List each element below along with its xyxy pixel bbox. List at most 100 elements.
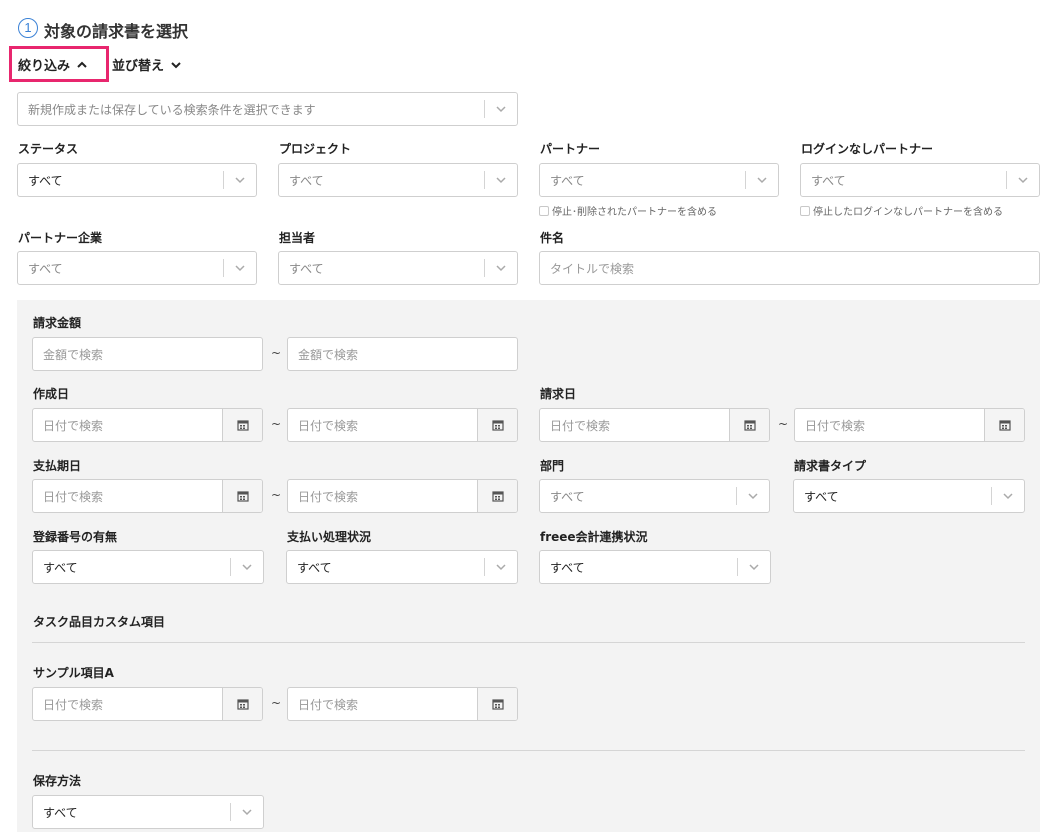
registration-value: すべて xyxy=(43,560,78,575)
storage-select[interactable]: すべて xyxy=(32,795,264,829)
due-date-to[interactable]: 日付で検索 xyxy=(287,479,518,513)
range-tilde: ~ xyxy=(271,696,282,710)
sample-a-from-placeholder: 日付で検索 xyxy=(43,697,104,712)
chevron-up-icon xyxy=(77,61,87,68)
chevron-down-icon xyxy=(242,564,252,571)
created-date-label: 作成日 xyxy=(33,387,70,401)
registration-label: 登録番号の有無 xyxy=(33,530,118,544)
chevron-down-icon xyxy=(235,177,245,184)
due-date-from[interactable]: 日付で検索 xyxy=(32,479,263,513)
range-tilde: ~ xyxy=(271,346,282,360)
status-label: ステータス xyxy=(18,142,79,156)
sample-a-to[interactable]: 日付で検索 xyxy=(287,687,518,721)
include-stopped-nologin-checkbox[interactable]: 停止したログインなしパートナーを含める xyxy=(800,203,1003,218)
calendar-icon[interactable] xyxy=(477,688,517,720)
partner-company-label: パートナー企業 xyxy=(18,231,103,245)
created-date-to-placeholder: 日付で検索 xyxy=(298,418,359,433)
chevron-down-icon xyxy=(242,809,252,816)
partner-company-value: すべて xyxy=(28,261,63,276)
calendar-icon[interactable] xyxy=(477,409,517,441)
include-stopped-nologin-label: 停止したログインなしパートナーを含める xyxy=(813,207,1003,218)
step-number-badge: 1 xyxy=(18,18,38,38)
calendar-icon[interactable] xyxy=(222,688,262,720)
range-tilde: ~ xyxy=(271,488,282,502)
payment-status-value: すべて xyxy=(297,560,332,575)
range-tilde: ~ xyxy=(778,417,789,431)
sample-a-to-placeholder: 日付で検索 xyxy=(298,697,359,712)
saved-search-select[interactable]: 新規作成または保存している検索条件を選択できます xyxy=(17,92,518,126)
filter-toggle[interactable]: 絞り込み xyxy=(18,55,88,74)
custom-section-title: タスク品目カスタム項目 xyxy=(33,615,166,629)
assignee-value: すべて xyxy=(289,261,324,276)
chevron-down-icon xyxy=(496,265,506,272)
due-date-label: 支払期日 xyxy=(33,459,82,473)
payment-status-label: 支払い処理状況 xyxy=(287,530,372,544)
nologin-partner-select[interactable]: すべて xyxy=(800,163,1040,197)
invoice-date-label: 請求日 xyxy=(540,387,577,401)
invoice-date-to[interactable]: 日付で検索 xyxy=(794,408,1025,442)
saved-search-placeholder: 新規作成または保存している検索条件を選択できます xyxy=(28,102,316,117)
sort-toggle[interactable]: 並び替え xyxy=(112,55,182,74)
sort-toggle-label: 並び替え xyxy=(112,59,165,74)
freee-status-value: すべて xyxy=(550,560,585,575)
sample-a-from[interactable]: 日付で検索 xyxy=(32,687,263,721)
invoice-type-select[interactable]: すべて xyxy=(793,479,1025,513)
chevron-down-icon xyxy=(171,61,181,68)
invoice-date-from[interactable]: 日付で検索 xyxy=(539,408,770,442)
filter-toggle-label: 絞り込み xyxy=(18,59,71,74)
partner-select[interactable]: すべて xyxy=(539,163,779,197)
chevron-down-icon xyxy=(235,265,245,272)
section-divider xyxy=(32,642,1025,643)
section-divider xyxy=(32,750,1025,751)
nologin-partner-label: ログインなしパートナー xyxy=(801,142,934,156)
chevron-down-icon xyxy=(749,564,759,571)
created-date-from[interactable]: 日付で検索 xyxy=(32,408,263,442)
invoice-type-label: 請求書タイプ xyxy=(794,459,867,473)
partner-label: パートナー xyxy=(540,142,601,156)
calendar-icon[interactable] xyxy=(222,409,262,441)
status-value: すべて xyxy=(28,173,63,188)
invoice-type-value: すべて xyxy=(804,489,839,504)
freee-status-label: freee会計連携状況 xyxy=(540,530,648,544)
chevron-down-icon xyxy=(1003,493,1013,500)
calendar-icon[interactable] xyxy=(477,480,517,512)
partner-value: すべて xyxy=(550,173,585,188)
project-select[interactable]: すべて xyxy=(278,163,518,197)
include-stopped-partner-checkbox[interactable]: 停止･削除されたパートナーを含める xyxy=(539,203,717,218)
department-select[interactable]: すべて xyxy=(539,479,770,513)
due-date-from-placeholder: 日付で検索 xyxy=(43,489,104,504)
include-stopped-partner-label: 停止･削除されたパートナーを含める xyxy=(552,207,717,218)
project-label: プロジェクト xyxy=(279,142,352,156)
chevron-down-icon xyxy=(757,177,767,184)
partner-company-select[interactable]: すべて xyxy=(17,251,257,285)
invoice-date-to-placeholder: 日付で検索 xyxy=(805,418,866,433)
assignee-select[interactable]: すべて xyxy=(278,251,518,285)
department-value: すべて xyxy=(550,489,585,504)
department-label: 部門 xyxy=(540,459,565,473)
created-date-from-placeholder: 日付で検索 xyxy=(43,418,104,433)
chevron-down-icon xyxy=(748,493,758,500)
chevron-down-icon xyxy=(496,177,506,184)
calendar-icon[interactable] xyxy=(222,480,262,512)
assignee-label: 担当者 xyxy=(279,231,316,245)
calendar-icon[interactable] xyxy=(729,409,769,441)
due-date-to-placeholder: 日付で検索 xyxy=(298,489,359,504)
amount-label: 請求金額 xyxy=(33,316,82,330)
freee-status-select[interactable]: すべて xyxy=(539,550,771,584)
storage-label: 保存方法 xyxy=(33,774,82,788)
status-select[interactable]: すべて xyxy=(17,163,257,197)
payment-status-select[interactable]: すべて xyxy=(286,550,518,584)
registration-select[interactable]: すべて xyxy=(32,550,264,584)
project-value: すべて xyxy=(289,173,324,188)
sample-a-label: サンプル項目A xyxy=(33,666,114,680)
chevron-down-icon xyxy=(496,564,506,571)
nologin-partner-value: すべて xyxy=(811,173,846,188)
amount-min-input[interactable]: 金額で検索 xyxy=(32,337,263,371)
calendar-icon[interactable] xyxy=(984,409,1024,441)
amount-max-input[interactable]: 金額で検索 xyxy=(287,337,518,371)
subject-input[interactable]: タイトルで検索 xyxy=(539,251,1040,285)
page-title: 対象の請求書を選択 xyxy=(44,22,189,41)
created-date-to[interactable]: 日付で検索 xyxy=(287,408,518,442)
chevron-down-icon xyxy=(1018,177,1028,184)
storage-value: すべて xyxy=(43,805,78,820)
